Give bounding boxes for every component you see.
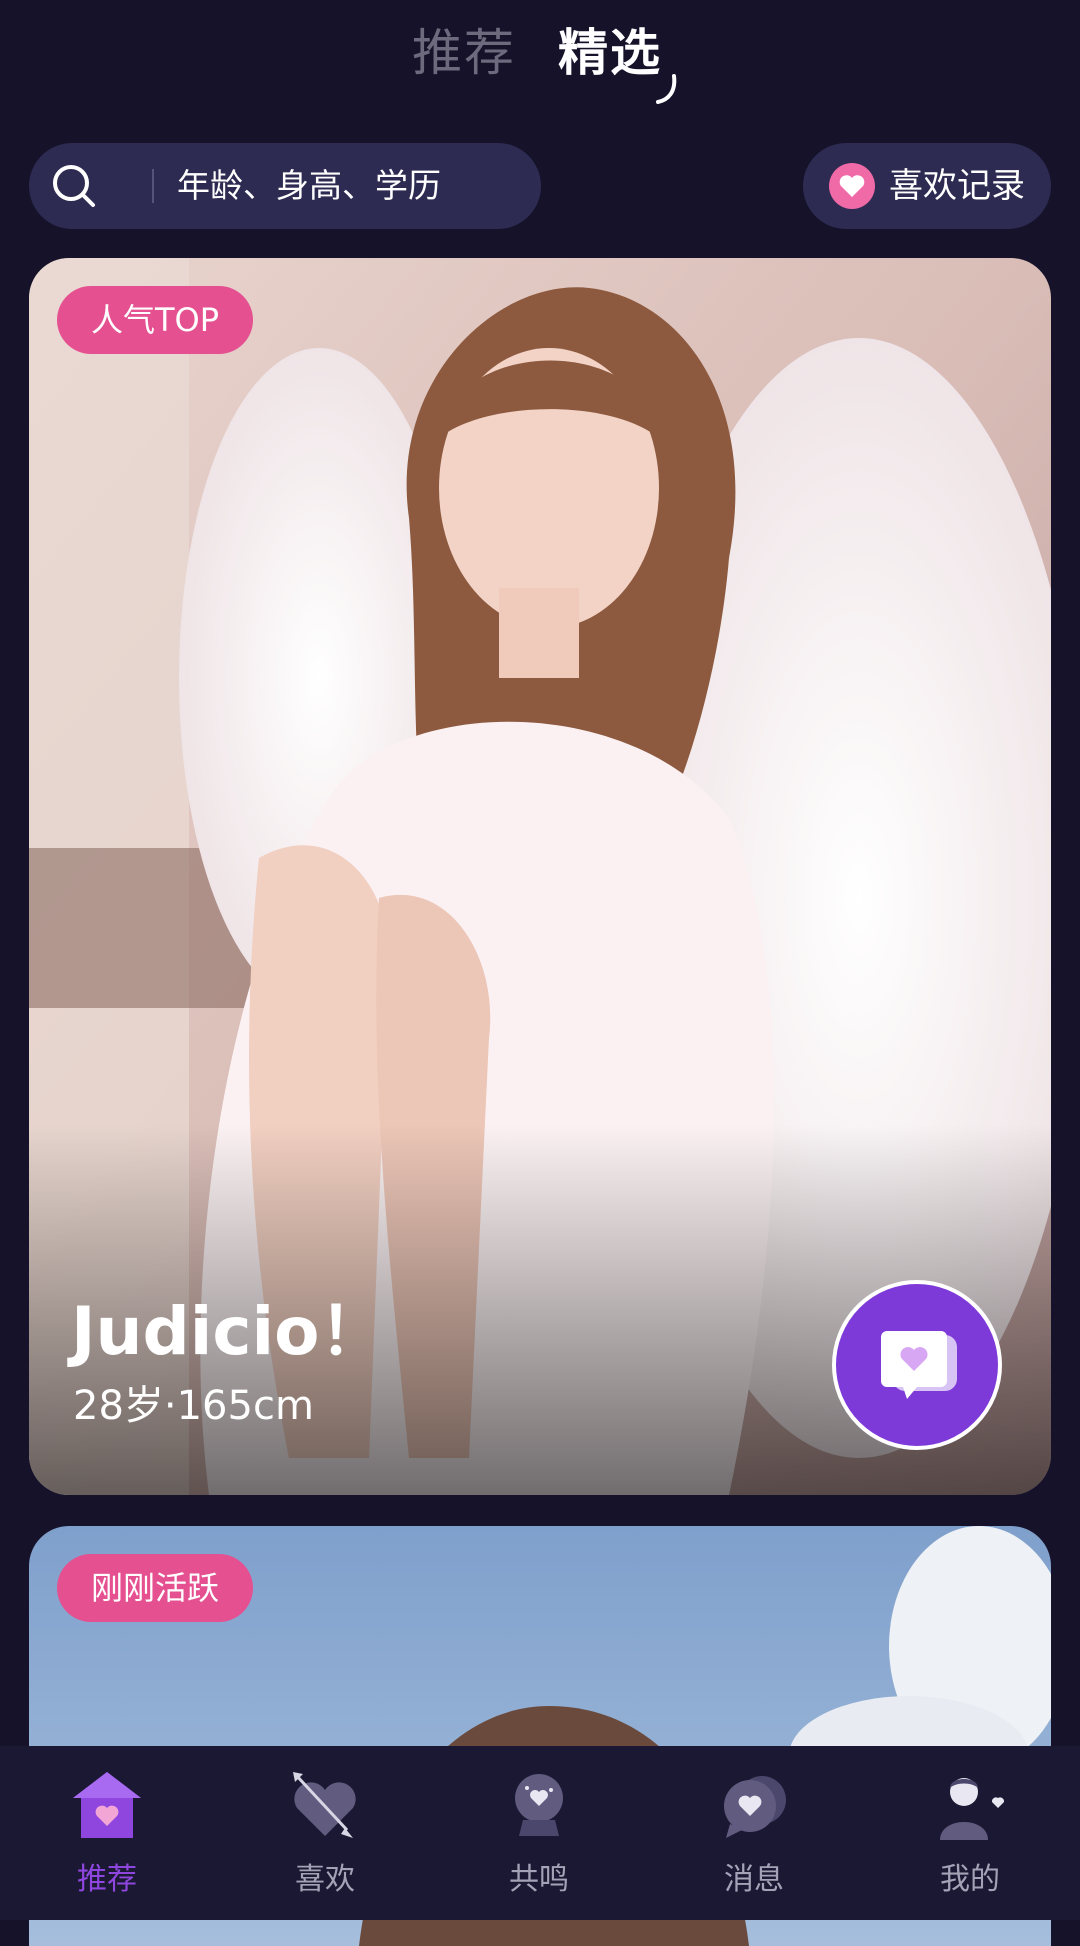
nav-item-resonance[interactable]: 共鸣 bbox=[439, 1746, 639, 1920]
heart-arrow-icon bbox=[293, 1772, 356, 1838]
top-tabs: 推荐 精选 bbox=[0, 18, 1080, 108]
profile-age-height: 28岁·165cm bbox=[73, 1383, 314, 1429]
search-bar[interactable]: 年龄、身高、学历 bbox=[29, 143, 541, 229]
nav-label: 喜欢 bbox=[295, 1862, 355, 1897]
nav-item-recommend[interactable]: 推荐 bbox=[7, 1746, 207, 1920]
profile-card[interactable]: 人气TOP Judicio！ 28岁·165cm bbox=[29, 258, 1051, 1495]
profile-icon bbox=[940, 1778, 1005, 1840]
chat-button[interactable] bbox=[832, 1280, 1002, 1450]
search-divider bbox=[152, 169, 154, 203]
heart-icon bbox=[829, 163, 875, 209]
chat-heart-icon bbox=[881, 1331, 957, 1399]
tab-featured[interactable]: 精选 bbox=[558, 18, 662, 88]
tab-active-indicator bbox=[656, 74, 677, 104]
nav-item-like[interactable]: 喜欢 bbox=[225, 1746, 425, 1920]
nav-label: 共鸣 bbox=[509, 1862, 569, 1897]
chat-heart-icon bbox=[724, 1776, 786, 1838]
nav-item-profile[interactable]: 我的 bbox=[870, 1746, 1070, 1920]
active-badge: 刚刚活跃 bbox=[57, 1554, 253, 1622]
crystal-ball-icon bbox=[515, 1774, 563, 1836]
likes-record-label: 喜欢记录 bbox=[889, 166, 1025, 206]
nav-label: 消息 bbox=[724, 1862, 784, 1897]
popular-badge: 人气TOP bbox=[57, 286, 253, 354]
profile-name: Judicio！ bbox=[71, 1293, 386, 1370]
nav-label: 我的 bbox=[940, 1862, 1000, 1897]
nav-item-messages[interactable]: 消息 bbox=[654, 1746, 854, 1920]
bottom-nav: 推荐 喜欢 共鸣 消息 我的 bbox=[0, 1746, 1080, 1920]
search-icon bbox=[53, 165, 95, 207]
likes-record-button[interactable]: 喜欢记录 bbox=[803, 143, 1051, 229]
nav-label: 推荐 bbox=[77, 1862, 137, 1897]
home-heart-icon bbox=[73, 1772, 141, 1838]
search-placeholder: 年龄、身高、学历 bbox=[177, 166, 441, 205]
tab-recommend[interactable]: 推荐 bbox=[412, 18, 516, 88]
